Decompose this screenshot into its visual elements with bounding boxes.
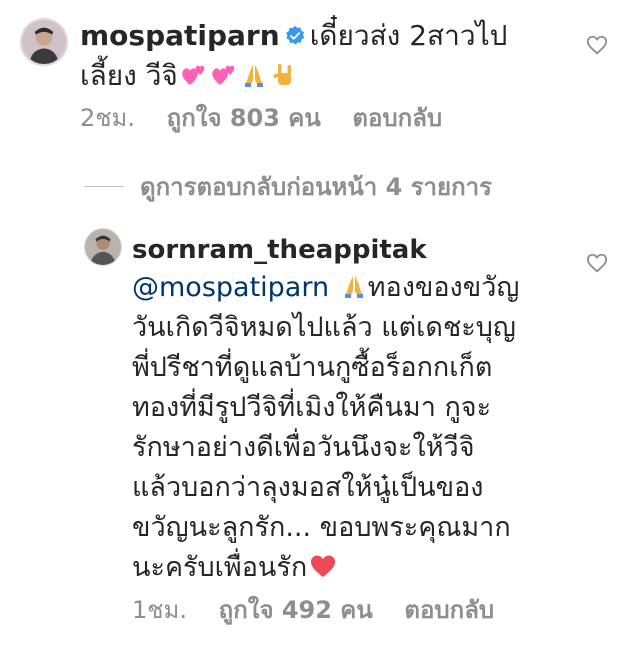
likes-count[interactable]: ถูกใจ 492 คน <box>219 596 373 624</box>
comment-thread: mospatiparn เดี๋ยวส่ง 2สาวไป เลี้ยง วีจิ … <box>0 0 640 647</box>
view-previous-replies-button[interactable]: ดูการตอบกลับก่อนหน้า 4 รายการ <box>84 170 492 202</box>
comment-text-line: วันเกิดวีจิหมดไปแล้ว แต่เดชะบุญ <box>132 312 516 343</box>
comment-text-line: ขวัญนะลูกรัก... ขอบพระคุณมาก <box>132 512 511 543</box>
comment-line-8: นะครับเพื่อนรัก <box>132 548 532 588</box>
comment-line-6: แล้วบอกว่าลุงมอสให้นู๋เป็นของ <box>132 468 532 508</box>
comment-time: 2ชม. <box>80 104 136 132</box>
verified-badge-icon <box>284 25 306 47</box>
avatar[interactable] <box>20 18 68 66</box>
comment-text-line: นะครับเพื่อนรัก <box>132 552 308 583</box>
comment-text-line-1: เดี๋ยวส่ง 2สาวไป <box>309 19 508 52</box>
comment-meta: 2ชม. ถูกใจ 803 คน ตอบกลับ <box>80 102 570 134</box>
comment-text-line-2: เลี้ยง วีจิ <box>80 59 178 92</box>
comment-body: sornram_theappitak @mospatiparn ทองของขว… <box>132 232 532 626</box>
reply-button[interactable]: ตอบกลับ <box>404 596 494 624</box>
pink-hearts-icon <box>210 61 238 89</box>
username[interactable]: mospatiparn <box>80 19 280 52</box>
divider <box>84 185 124 187</box>
avatar[interactable] <box>84 228 122 266</box>
likes-count[interactable]: ถูกใจ 803 คน <box>167 104 321 132</box>
comment-meta: 1ชม. ถูกใจ 492 คน ตอบกลับ <box>132 594 532 626</box>
folded-hands-icon <box>240 61 268 89</box>
comment-time: 1ชม. <box>132 596 188 624</box>
comment-line-5: รักษาอย่างดีเพื่อวันนึงจะให้วีจิ <box>132 428 532 468</box>
comment-line-4: ทองที่มีรูปวีจิที่เมิงให้คืนมา กูจะ <box>132 388 532 428</box>
username[interactable]: sornram_theappitak <box>132 232 532 268</box>
pink-hearts-icon <box>180 61 208 89</box>
view-previous-replies-label: ดูการตอบกลับก่อนหน้า 4 รายการ <box>140 172 492 201</box>
mention-link[interactable]: @mospatiparn <box>132 272 329 303</box>
comment-line-1: mospatiparn เดี๋ยวส่ง 2สาวไป <box>80 16 570 56</box>
reply-button[interactable]: ตอบกลับ <box>352 104 442 132</box>
comment-text-line: ทองของขวัญ <box>367 272 520 303</box>
comment-text-line: แล้วบอกว่าลุงมอสให้นู๋เป็นของ <box>132 472 484 503</box>
heart-outline-icon[interactable] <box>586 252 608 274</box>
folded-hands-icon <box>340 272 368 300</box>
heart-outline-icon[interactable] <box>586 34 608 56</box>
comment-line-3: พี่ปรีชาที่ดูแลบ้านกูซื้อร็อกกเก็ต <box>132 348 532 388</box>
comment-line-2: เลี้ยง วีจิ <box>80 56 570 96</box>
comment-line-7: ขวัญนะลูกรัก... ขอบพระคุณมาก <box>132 508 532 548</box>
comment-line-2: วันเกิดวีจิหมดไปแล้ว แต่เดชะบุญ <box>132 308 532 348</box>
comment-text: @mospatiparn ทองของขวัญ วันเกิดวีจิหมดไป… <box>132 268 532 588</box>
comment-text-line: ทองที่มีรูปวีจิที่เมิงให้คืนมา กูจะ <box>132 392 492 423</box>
comment-line-1: @mospatiparn ทองของขวัญ <box>132 268 532 308</box>
comment-body: mospatiparn เดี๋ยวส่ง 2สาวไป เลี้ยง วีจิ … <box>80 16 570 134</box>
comment-text-line: พี่ปรีชาที่ดูแลบ้านกูซื้อร็อกกเก็ต <box>132 352 493 383</box>
red-heart-icon <box>309 552 337 580</box>
comment-text-line: รักษาอย่างดีเพื่อวันนึงจะให้วีจิ <box>132 432 475 463</box>
rock-on-hand-icon <box>270 61 298 89</box>
